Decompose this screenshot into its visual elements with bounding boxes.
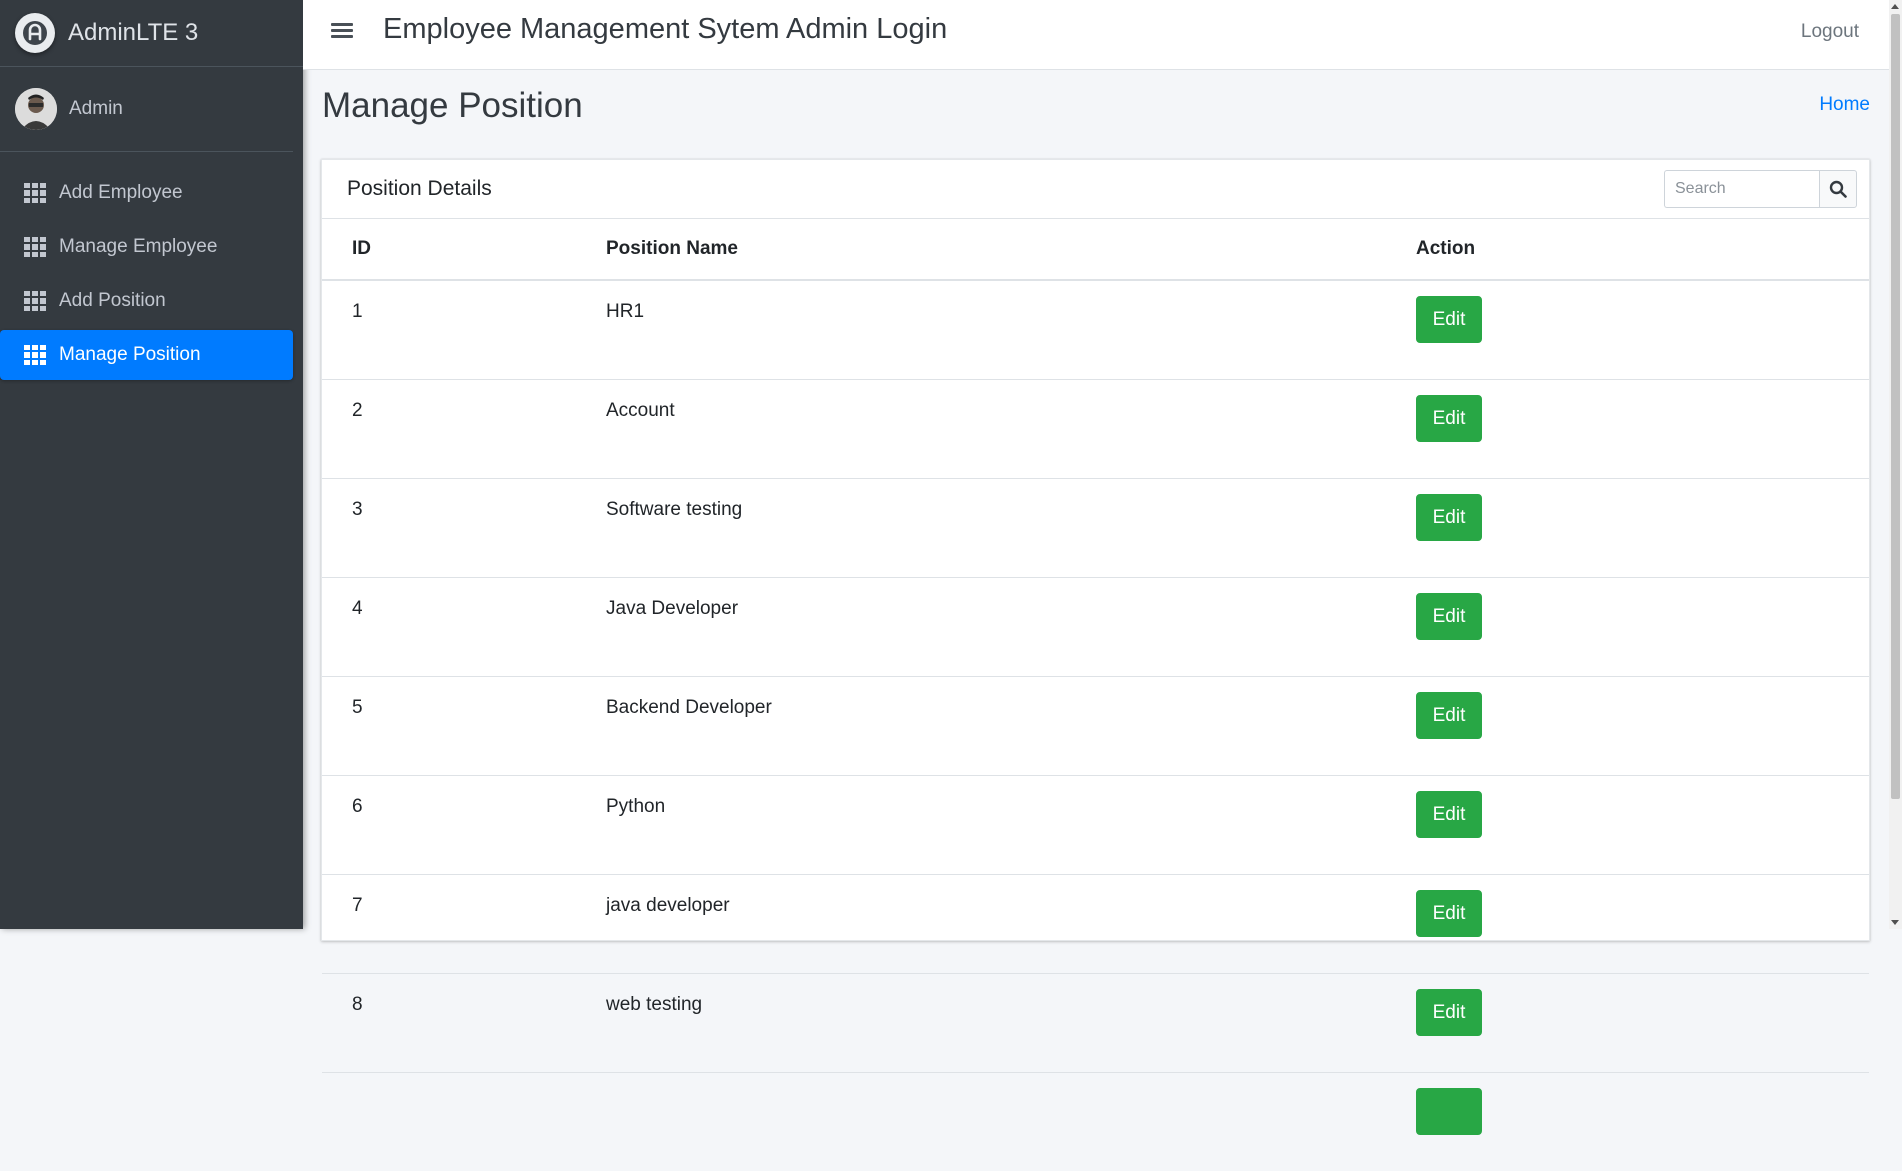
table-row: 8 web testing Edit xyxy=(322,974,1869,1073)
cell-id: 3 xyxy=(322,479,576,578)
sidebar-item-label: Add Position xyxy=(59,290,166,312)
scroll-down-arrow-icon[interactable] xyxy=(1891,920,1899,925)
table-row: 6 Python Edit xyxy=(322,776,1869,875)
sidebar-nav: Add Employee Manage Employee Add Positio… xyxy=(0,168,303,380)
page-scrollbar[interactable] xyxy=(1889,0,1902,929)
edit-button[interactable]: Edit xyxy=(1416,692,1482,739)
edit-button[interactable]: Edit xyxy=(1416,593,1482,640)
grid-icon xyxy=(24,237,46,257)
position-details-card: Position Details ID Position Name Action… xyxy=(321,159,1870,941)
brand-name: AdminLTE 3 xyxy=(68,19,198,47)
edit-button[interactable]: Edit xyxy=(1416,890,1482,937)
edit-button[interactable]: Edit xyxy=(1416,296,1482,343)
scroll-up-arrow-icon[interactable] xyxy=(1891,4,1899,9)
scroll-thumb[interactable] xyxy=(1891,14,1900,799)
table-row: 5 Backend Developer Edit xyxy=(322,677,1869,776)
search-input[interactable] xyxy=(1664,170,1819,208)
edit-button[interactable]: Edit xyxy=(1416,989,1482,1036)
cell-position-name: Python xyxy=(576,776,1386,875)
sidebar-item-label: Manage Employee xyxy=(59,236,217,258)
avatar[interactable] xyxy=(15,88,57,130)
logout-link[interactable]: Logout xyxy=(1801,21,1859,43)
cell-action: Edit xyxy=(1386,974,1869,1073)
table-row: 1 HR1 Edit xyxy=(322,280,1869,380)
cell-action: Edit xyxy=(1386,875,1869,974)
card-title: Position Details xyxy=(347,177,492,201)
cell-action: Edit xyxy=(1386,479,1869,578)
grid-icon xyxy=(24,291,46,311)
cell-id: 5 xyxy=(322,677,576,776)
cell-position-name: java developer xyxy=(576,875,1386,974)
page-title: Manage Position xyxy=(322,86,583,126)
table-row: 2 Account Edit xyxy=(322,380,1869,479)
cell-id: 6 xyxy=(322,776,576,875)
positions-table: ID Position Name Action 1 HR1 Edit 2 Acc… xyxy=(322,219,1869,1171)
sidebar-item-manage-position[interactable]: Manage Position xyxy=(0,330,293,380)
table-row xyxy=(322,1073,1869,1171)
sidebar-item-add-position[interactable]: Add Position xyxy=(0,276,293,326)
column-header-id: ID xyxy=(322,219,576,280)
edit-button[interactable] xyxy=(1416,1088,1482,1135)
column-header-position-name: Position Name xyxy=(576,219,1386,280)
cell-position-name: Java Developer xyxy=(576,578,1386,677)
cell-id: 2 xyxy=(322,380,576,479)
main-sidebar: AdminLTE 3 Admin Add Employee Manage Emp… xyxy=(0,0,303,929)
table-header-row: ID Position Name Action xyxy=(322,219,1869,280)
top-navbar: Employee Management Sytem Admin Login Lo… xyxy=(303,0,1902,70)
cell-position-name: HR1 xyxy=(576,280,1386,380)
column-header-action: Action xyxy=(1386,219,1869,280)
edit-button[interactable]: Edit xyxy=(1416,791,1482,838)
cell-id: 1 xyxy=(322,280,576,380)
sidebar-item-add-employee[interactable]: Add Employee xyxy=(0,168,293,218)
cell-id: 8 xyxy=(322,974,576,1073)
user-panel: Admin xyxy=(0,67,293,152)
edit-button[interactable]: Edit xyxy=(1416,395,1482,442)
cell-position-name: Software testing xyxy=(576,479,1386,578)
cell-position-name xyxy=(576,1073,1386,1171)
brand-link[interactable]: AdminLTE 3 xyxy=(0,0,303,67)
cell-action xyxy=(1386,1073,1869,1171)
sidebar-item-label: Manage Position xyxy=(59,344,201,366)
cell-action: Edit xyxy=(1386,578,1869,677)
card-header: Position Details xyxy=(322,160,1869,219)
adminlte-logo-icon xyxy=(15,13,55,53)
cell-position-name: Account xyxy=(576,380,1386,479)
cell-id xyxy=(322,1073,576,1171)
table-row: 4 Java Developer Edit xyxy=(322,578,1869,677)
cell-action: Edit xyxy=(1386,776,1869,875)
cell-action: Edit xyxy=(1386,280,1869,380)
sidebar-item-label: Add Employee xyxy=(59,182,183,204)
cell-id: 7 xyxy=(322,875,576,974)
cell-action: Edit xyxy=(1386,380,1869,479)
menu-toggle-icon[interactable] xyxy=(331,20,353,42)
navbar-title: Employee Management Sytem Admin Login xyxy=(383,13,947,46)
cell-action: Edit xyxy=(1386,677,1869,776)
search-button[interactable] xyxy=(1819,170,1857,208)
cell-position-name: Backend Developer xyxy=(576,677,1386,776)
cell-position-name: web testing xyxy=(576,974,1386,1073)
edit-button[interactable]: Edit xyxy=(1416,494,1482,541)
user-name[interactable]: Admin xyxy=(69,98,123,120)
search-icon xyxy=(1829,180,1847,198)
grid-icon xyxy=(24,345,46,365)
breadcrumb-home-link[interactable]: Home xyxy=(1819,94,1870,116)
table-row: 3 Software testing Edit xyxy=(322,479,1869,578)
sidebar-item-manage-employee[interactable]: Manage Employee xyxy=(0,222,293,272)
grid-icon xyxy=(24,183,46,203)
search-group xyxy=(1664,170,1857,208)
cell-id: 4 xyxy=(322,578,576,677)
table-row: 7 java developer Edit xyxy=(322,875,1869,974)
